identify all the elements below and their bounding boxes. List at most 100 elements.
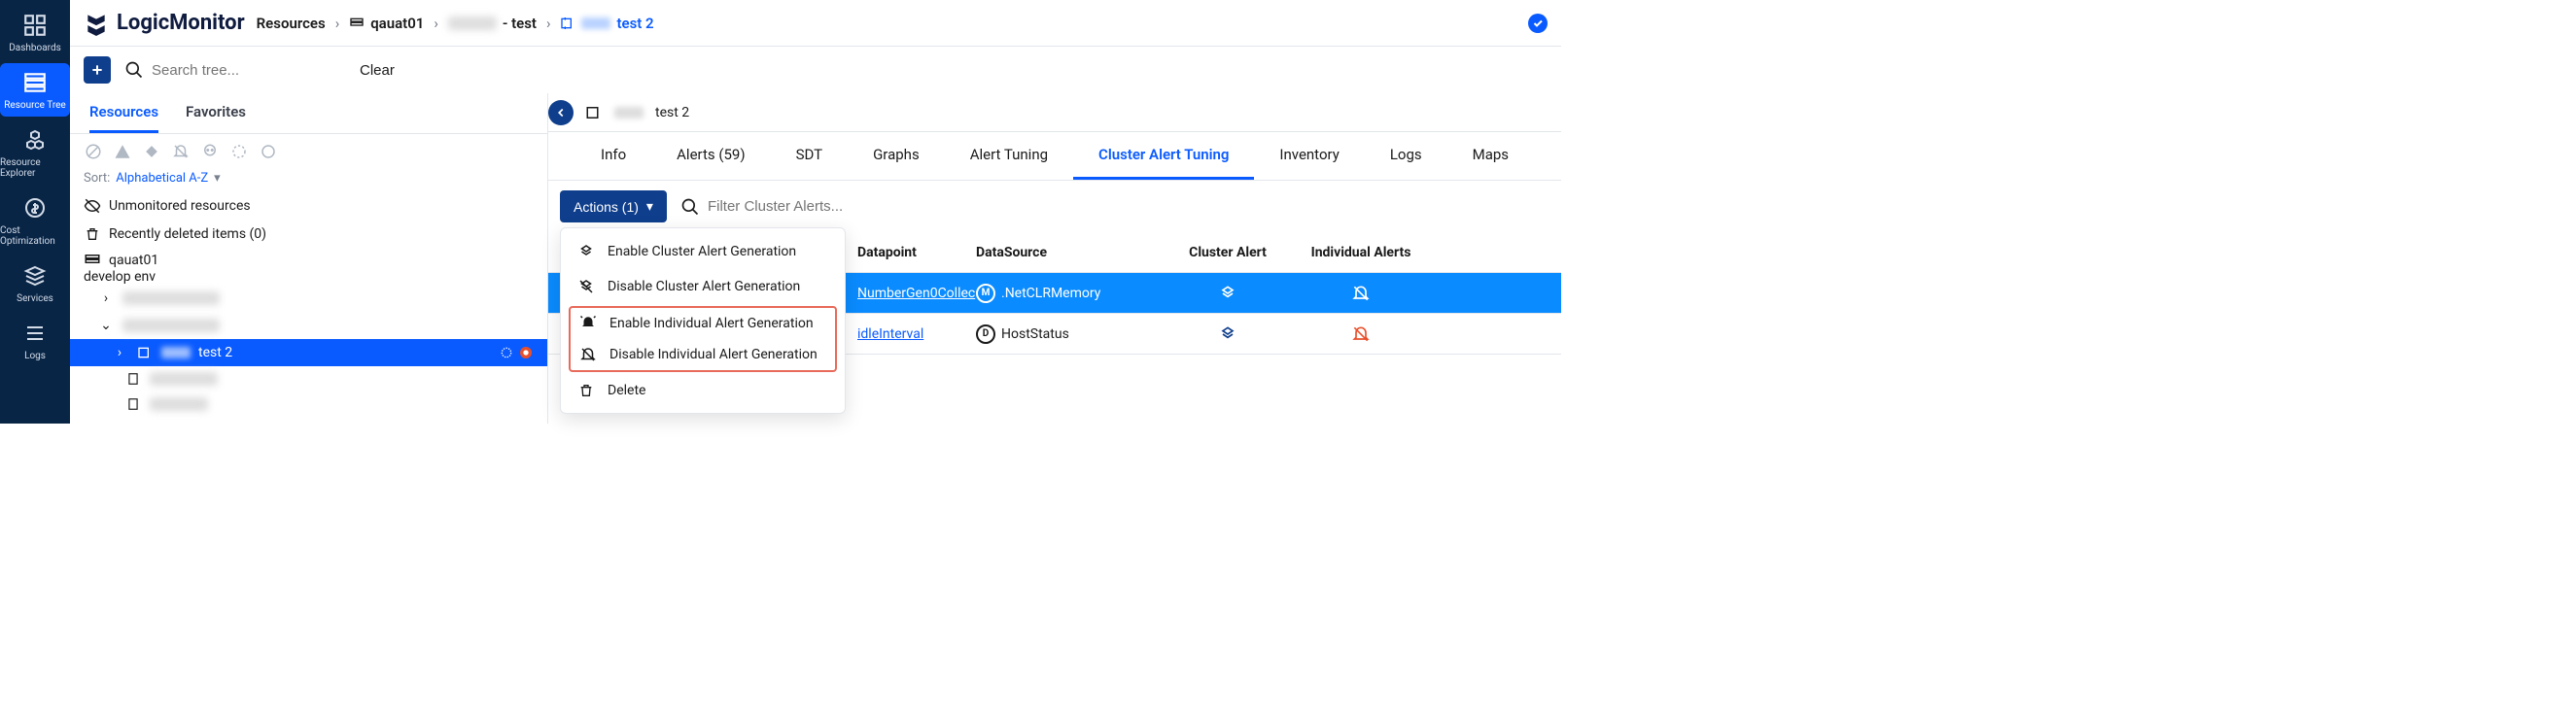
- diamond-stack-icon: [576, 243, 596, 260]
- chevron-right-icon: ›: [97, 290, 115, 306]
- nav-dashboards[interactable]: Dashboards: [0, 6, 70, 59]
- breadcrumb-item[interactable]: - test: [448, 15, 537, 32]
- nav-label: Cost Optimization: [0, 225, 70, 247]
- actions-button[interactable]: Actions (1) ▾: [560, 190, 667, 222]
- eye-slash-icon: [84, 197, 101, 215]
- search-icon: [680, 197, 700, 217]
- chevron-down-icon: ⌄: [97, 318, 115, 333]
- nav-label: Dashboards: [9, 43, 61, 53]
- col-datasource[interactable]: DataSource: [976, 245, 1163, 260]
- nav-logs[interactable]: Logs: [0, 314, 70, 367]
- logo[interactable]: LogicMonitor: [84, 11, 245, 36]
- tab-logs[interactable]: Logs: [1365, 132, 1447, 180]
- menu-disable-cluster-alert[interactable]: Disable Cluster Alert Generation: [561, 269, 845, 304]
- datasource-badge-icon: D: [976, 324, 995, 344]
- trash-icon: [576, 383, 596, 398]
- sort-label: Sort:: [84, 171, 110, 186]
- datasource-name: .NetCLRMemory: [1001, 286, 1100, 301]
- tree-row[interactable]: ›: [70, 285, 547, 312]
- status-check-icon[interactable]: [1528, 14, 1548, 33]
- content-title: test 2: [655, 105, 689, 120]
- tree-row[interactable]: [70, 366, 547, 392]
- individual-alert-icon: [1293, 284, 1429, 303]
- chevron-right-icon: ›: [111, 345, 128, 360]
- sort-row[interactable]: Sort: Alphabetical A-Z ▾: [70, 169, 547, 191]
- datasource-name: HostStatus: [1001, 326, 1069, 342]
- gear-dashed-icon[interactable]: [229, 142, 249, 161]
- breadcrumb-root[interactable]: Resources: [257, 15, 326, 32]
- back-button[interactable]: [548, 100, 574, 125]
- bell-slash-icon[interactable]: [171, 142, 191, 161]
- tree-label: test 2: [198, 345, 232, 360]
- diamond-stack-slash-icon: [576, 278, 596, 295]
- breadcrumb-item-active[interactable]: test 2: [560, 15, 653, 32]
- actions-bar: Actions (1) ▾: [548, 181, 1561, 232]
- nav-services[interactable]: Services: [0, 256, 70, 310]
- tab-cluster-alert-tuning[interactable]: Cluster Alert Tuning: [1073, 132, 1254, 180]
- layers-icon: [21, 262, 49, 289]
- tree-row-selected[interactable]: › test 2: [70, 339, 547, 366]
- menu-enable-cluster-alert[interactable]: Enable Cluster Alert Generation: [561, 234, 845, 269]
- folder-icon: [136, 345, 154, 360]
- chevron-down-icon: ▾: [646, 198, 653, 215]
- col-datapoint[interactable]: Datapoint: [848, 245, 976, 260]
- menu-delete[interactable]: Delete: [561, 374, 845, 407]
- breadcrumb-item[interactable]: qauat01: [349, 15, 424, 32]
- tree-desc: develop env: [84, 269, 534, 285]
- tab-alert-tuning[interactable]: Alert Tuning: [945, 132, 1073, 180]
- col-cluster-alert[interactable]: Cluster Alert: [1163, 245, 1293, 260]
- tab-alerts[interactable]: Alerts (59): [651, 132, 770, 180]
- filter-icons: [70, 134, 547, 169]
- search-icon: [124, 60, 144, 80]
- left-nav: Dashboards Resource Tree Resource Explor…: [0, 0, 70, 424]
- logo-mark-icon: [84, 11, 109, 36]
- skull-icon[interactable]: [200, 142, 220, 161]
- nav-cost-optimization[interactable]: Cost Optimization: [0, 188, 70, 253]
- tree-label: qauat01: [109, 253, 158, 268]
- tree-row[interactable]: ⌄: [70, 312, 547, 339]
- tab-resources[interactable]: Resources: [89, 93, 158, 133]
- logo-text: LogicMonitor: [117, 11, 245, 35]
- tree-row[interactable]: [70, 392, 547, 417]
- add-button[interactable]: [84, 56, 111, 84]
- bell-slash-icon: [578, 346, 598, 363]
- diamond-icon[interactable]: [142, 142, 161, 161]
- datasource-badge-icon: M: [976, 284, 995, 303]
- circle-slash-icon[interactable]: [84, 142, 103, 161]
- search-tree-input[interactable]: [152, 62, 307, 79]
- nav-resource-explorer[interactable]: Resource Explorer: [0, 120, 70, 185]
- tab-graphs[interactable]: Graphs: [848, 132, 945, 180]
- cluster-alert-icon: [1163, 324, 1293, 344]
- col-individual-alerts[interactable]: Individual Alerts: [1293, 245, 1429, 260]
- datapoint-link[interactable]: NumberGen0Collec: [857, 286, 975, 301]
- resource-tree-icon: [21, 69, 49, 96]
- logs-icon: [21, 320, 49, 347]
- dashboard-icon: [21, 12, 49, 39]
- nav-label: Services: [17, 293, 53, 304]
- tree-root[interactable]: qauat01 develop env: [70, 248, 547, 285]
- content-tabs: Info Alerts (59) SDT Graphs Alert Tuning…: [548, 132, 1561, 181]
- tab-inventory[interactable]: Inventory: [1254, 132, 1364, 180]
- filter-cluster-alerts-input[interactable]: [708, 198, 902, 215]
- search-wrap: [124, 60, 338, 80]
- chevron-down-icon: ▾: [214, 171, 221, 186]
- folder-icon: [585, 104, 603, 121]
- tab-favorites[interactable]: Favorites: [186, 93, 246, 133]
- tree-row-unmonitored[interactable]: Unmonitored resources: [70, 191, 547, 221]
- server-icon: [84, 252, 101, 269]
- tab-info[interactable]: Info: [575, 132, 651, 180]
- sort-value: Alphabetical A-Z: [116, 171, 208, 186]
- circle-icon[interactable]: [259, 142, 278, 161]
- tree-row-recently-deleted[interactable]: Recently deleted items (0): [70, 221, 547, 248]
- clear-button[interactable]: Clear: [352, 58, 402, 83]
- nav-resource-tree[interactable]: Resource Tree: [0, 63, 70, 117]
- warning-icon[interactable]: [113, 142, 132, 161]
- menu-disable-individual-alert[interactable]: Disable Individual Alert Generation: [571, 339, 835, 370]
- chevron-right-icon: ›: [434, 15, 438, 32]
- tab-maps[interactable]: Maps: [1447, 132, 1534, 180]
- datapoint-link[interactable]: idleInterval: [857, 326, 923, 342]
- cluster-alert-icon: [1163, 284, 1293, 303]
- actions-menu: Enable Cluster Alert Generation Disable …: [560, 227, 846, 414]
- menu-enable-individual-alert[interactable]: Enable Individual Alert Generation: [571, 308, 835, 339]
- tab-sdt[interactable]: SDT: [771, 132, 849, 180]
